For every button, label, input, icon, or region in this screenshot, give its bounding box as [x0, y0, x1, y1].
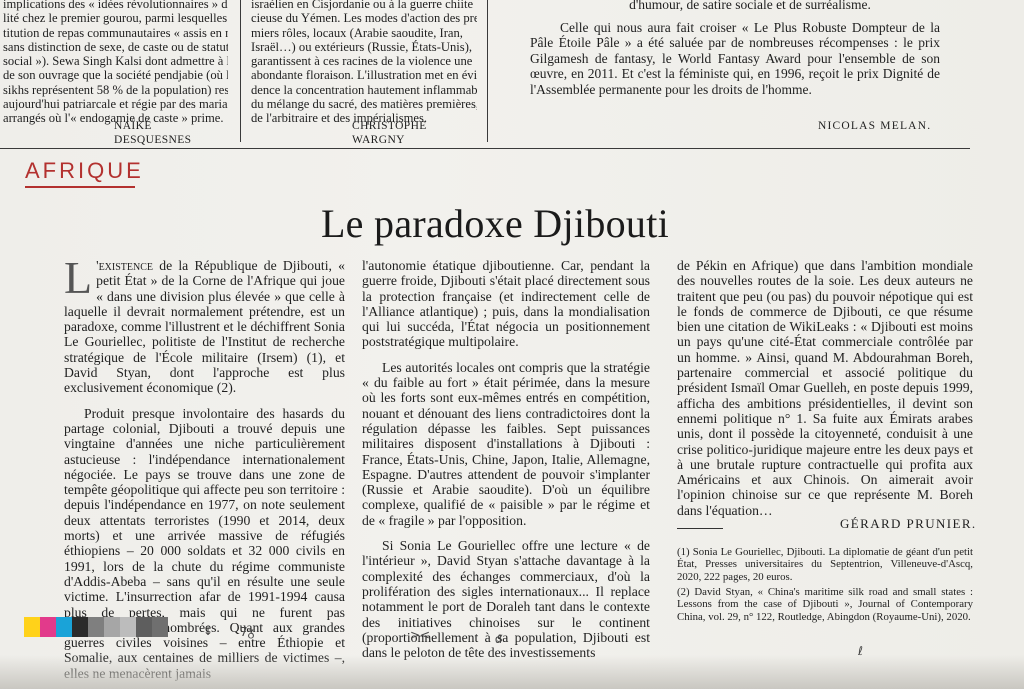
color-swatch — [120, 617, 136, 637]
text-line: implications des « idées révolutionnaire… — [3, 0, 228, 11]
article-paragraph: Si Sonia Le Gouriellec offre une lecture… — [362, 538, 650, 661]
article-column-3: de Pékin en Afrique) que dans l'ambition… — [677, 258, 973, 518]
text-line: aujourd'hui patriarcale et régie par des… — [3, 97, 228, 112]
signature-wargny: Christophe Wargny — [352, 120, 427, 147]
footnote-1: (1) Sonia Le Gouriellec, Djibouti. La di… — [677, 546, 973, 583]
print-color-bar — [24, 617, 168, 637]
text-line: de son ouvrage que la société pendjabie … — [3, 68, 228, 83]
text-line: Israël…) ou extérieurs (Russie, États-Un… — [251, 39, 473, 54]
color-swatch — [40, 617, 56, 637]
text-line: cieuse du Yémen. Les modes d'action des … — [251, 11, 477, 26]
print-mark: ↓ — [203, 624, 214, 638]
article-column-2: l'autonomie étatique djiboutienne. Car, … — [362, 258, 650, 660]
color-swatch — [152, 617, 168, 637]
color-swatch — [24, 617, 40, 637]
top-column-2-text: israélien en Cisjordanie ou à la guerre … — [251, 0, 477, 126]
color-swatch — [136, 617, 152, 637]
drop-cap: L — [64, 252, 93, 303]
article-headline: Le paradoxe Djibouti — [320, 201, 670, 246]
page-shadow — [0, 655, 1024, 689]
print-mark: 7ᵹ — [240, 625, 255, 639]
article-paragraph: L'existence de la République de Djibouti… — [64, 252, 345, 396]
lead-word: 'existence — [96, 258, 154, 273]
text-line: dence la concentration hautement inflamm… — [251, 82, 477, 97]
previous-articles-strip: implications des « idées révolutionnaire… — [0, 0, 1024, 149]
top-column-1: implications des « idées révolutionnaire… — [3, 0, 228, 146]
newspaper-page: implications des « idées révolutionnaire… — [0, 0, 1024, 689]
text-line: garantissent à ces racines de la violenc… — [251, 54, 473, 69]
color-swatch — [104, 617, 120, 637]
footnote-rule — [677, 528, 723, 529]
text-line: du mélange du sacré, des matières premiè… — [251, 97, 477, 112]
paragraph-text: de la République de Djibouti, « petit Ét… — [64, 258, 345, 396]
text-line: sans distinction de sexe, de caste ou de… — [3, 39, 228, 54]
print-mark: >< — [410, 628, 431, 642]
column-divider — [487, 0, 488, 142]
signature-melan: Nicolas Melan. — [818, 120, 932, 132]
text-line: social »). Sewa Singh Kalsi dont admettr… — [3, 54, 228, 69]
column-divider — [240, 0, 241, 142]
top-column-3: d'humour, de satire sociale et de surréa… — [530, 0, 940, 132]
text-line: lité chez le premier gourou, parmi lesqu… — [3, 11, 228, 26]
top-column-3-fragment: d'humour, de satire sociale et de surréa… — [629, 0, 871, 12]
section-rule — [0, 148, 970, 149]
section-underline — [25, 186, 135, 188]
text-line: miers rôles, locaux (Arabie saoudite, Ir… — [251, 25, 463, 40]
article-paragraph: Produit presque involontaire des hasards… — [64, 405, 345, 681]
article-paragraph: de Pékin en Afrique) que dans l'ambition… — [677, 258, 973, 518]
footnote-2: (2) David Styan, « China's maritime silk… — [677, 586, 973, 623]
article-paragraph: Les autorités locales ont compris que la… — [362, 359, 650, 528]
color-swatch — [72, 617, 88, 637]
article-signature: Gérard Prunier. — [840, 516, 977, 531]
text-line: abondante floraison. L'illustration met … — [251, 68, 477, 83]
text-line: titution de repas communautaires « assis… — [3, 25, 228, 40]
color-swatch — [56, 617, 72, 637]
color-swatch — [88, 617, 104, 637]
print-mark: ᵭ — [495, 632, 502, 646]
top-column-3-text: Celle qui nous aura fait croiser « Le Pl… — [530, 19, 940, 97]
section-label: Afrique — [25, 158, 144, 183]
text-line: israélien en Cisjordanie ou à la guerre … — [251, 0, 474, 11]
text-line: sikhs représentent 58 % de la population… — [3, 82, 228, 97]
signature-desquesnes: Naïké Desquesnes — [114, 120, 192, 147]
article-paragraph: l'autonomie étatique djiboutienne. Car, … — [362, 258, 650, 350]
top-column-1-text: implications des « idées révolutionnaire… — [3, 0, 228, 126]
top-column-2: israélien en Cisjordanie ou à la guerre … — [251, 0, 477, 146]
